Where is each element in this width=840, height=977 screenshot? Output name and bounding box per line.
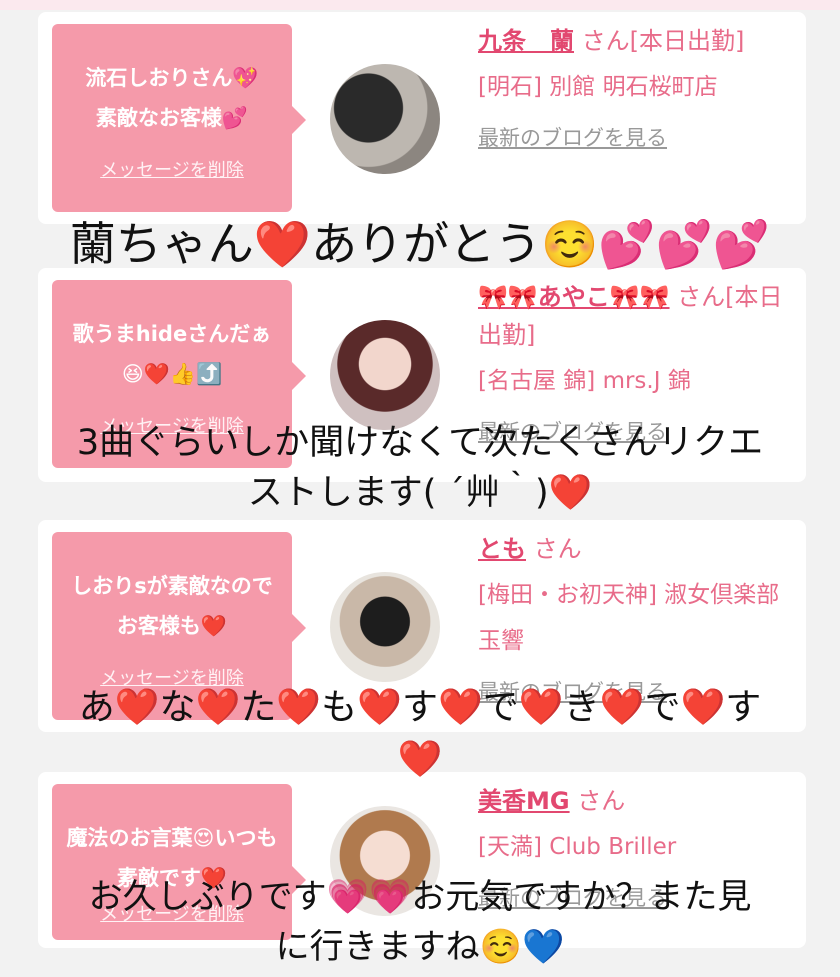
shop-name: [天満] Club Briller	[478, 834, 677, 860]
overlay-caption: あ❤️な❤️た❤️も❤️す❤️で❤️き❤️で❤️す ❤️	[0, 682, 840, 786]
message-card: 流石しおりさん💖 素敵なお客様💕 メッセージを削除 九条 蘭 さん[本日出勤] …	[38, 12, 806, 224]
cast-name-link[interactable]: 美香MG	[478, 787, 570, 815]
overlay-caption: 蘭ちゃん❤️ありがとう☺️💕💕💕	[69, 217, 771, 271]
message-text: しおりsが素敵なのでお客様も❤️	[71, 574, 273, 638]
overlay-caption-line: ❤️	[397, 739, 443, 780]
cast-status: さん	[533, 535, 582, 563]
blog-link[interactable]: 最新のブログを見る	[478, 122, 788, 152]
overlay-caption-line: 3曲ぐらいしか聞けなくて次たくさんリクエ	[76, 423, 764, 463]
shop-name: [明石] 別館 明石桜町店	[478, 74, 718, 100]
cast-name-link[interactable]: とも	[478, 535, 526, 563]
avatar[interactable]	[330, 572, 440, 682]
cast-name-link[interactable]: 九条 蘭	[478, 27, 574, 55]
shop-name: [梅田・お初天神] 淑女倶楽部 玉響	[478, 582, 780, 654]
message-bubble: 流石しおりさん💖 素敵なお客様💕 メッセージを削除	[52, 24, 306, 212]
delete-message-link[interactable]: メッセージを削除	[52, 156, 292, 182]
cast-name-link[interactable]: 🎀🎀あやこ🎀🎀	[478, 283, 670, 311]
overlay-caption-line: あ❤️な❤️た❤️も❤️す❤️で❤️き❤️で❤️す	[78, 687, 762, 728]
avatar[interactable]	[330, 64, 440, 174]
cast-status: さん	[577, 787, 626, 815]
top-divider	[0, 0, 840, 10]
overlay-caption: 3曲ぐらいしか聞けなくて次たくさんリクエ ストします( ´艸｀)❤️	[0, 418, 840, 518]
cast-status: さん[本日出勤]	[581, 27, 745, 55]
avatar[interactable]	[330, 320, 440, 430]
shop-name: [名古屋 錦] mrs.J 錦	[478, 368, 691, 394]
message-text: 流石しおりさん💖 素敵なお客様💕	[85, 66, 259, 130]
overlay-caption: お久しぶりです💗💗お元気ですか？また見 に行きますね☺️💙	[0, 872, 840, 972]
overlay-caption-line: お久しぶりです💗💗お元気ですか？また見	[88, 877, 752, 917]
overlay-caption-line: ストします( ´艸｀)❤️	[247, 473, 593, 513]
overlay-caption-line: に行きますね☺️💙	[275, 927, 565, 967]
message-text: 歌うまhideさんだぁ😆❤️👍⤴️	[72, 322, 272, 386]
